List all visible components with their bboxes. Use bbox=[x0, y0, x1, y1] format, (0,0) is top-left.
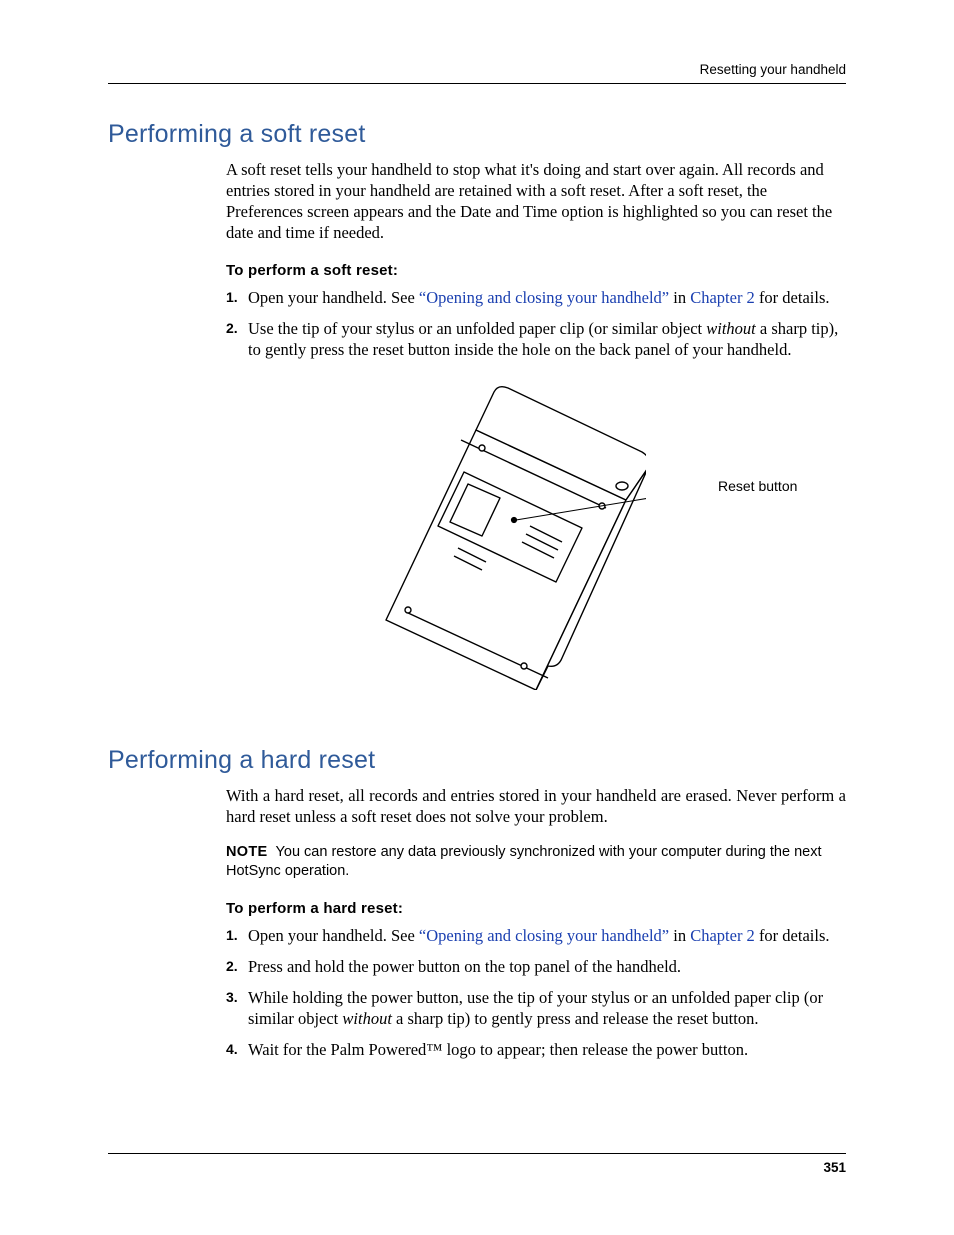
ordered-list: 1. Open your handheld. See “Opening and … bbox=[226, 925, 846, 1061]
cross-ref-link[interactable]: Chapter 2 bbox=[690, 926, 755, 945]
text: a sharp tip) to gently press and release… bbox=[392, 1009, 759, 1028]
cross-ref-link[interactable]: “Opening and closing your handheld” bbox=[419, 926, 669, 945]
list-item: 2. Use the tip of your stylus or an unfo… bbox=[226, 318, 846, 360]
list-item: 4. Wait for the Palm Powered™ logo to ap… bbox=[226, 1039, 846, 1060]
text: Open your handheld. See bbox=[248, 288, 419, 307]
step-text: While holding the power button, use the … bbox=[248, 987, 846, 1029]
ordered-list: 1. Open your handheld. See “Opening and … bbox=[226, 287, 846, 360]
note-text: You can restore any data previously sync… bbox=[226, 844, 822, 879]
list-item: 2. Press and hold the power button on th… bbox=[226, 956, 846, 977]
note-paragraph: NOTE You can restore any data previously… bbox=[226, 843, 846, 881]
text: Open your handheld. See bbox=[248, 926, 419, 945]
step-text: Wait for the Palm Powered™ logo to appea… bbox=[248, 1039, 846, 1060]
step-text: Open your handheld. See “Opening and clo… bbox=[248, 287, 846, 308]
italic-text: without bbox=[706, 319, 756, 338]
text: Use the tip of your stylus or an unfolde… bbox=[248, 319, 706, 338]
cross-ref-link[interactable]: “Opening and closing your handheld” bbox=[419, 288, 669, 307]
section-title-hard-reset: Performing a hard reset bbox=[108, 746, 846, 775]
step-number: 3. bbox=[226, 987, 248, 1029]
page-footer: 351 bbox=[108, 1153, 846, 1175]
step-number: 1. bbox=[226, 925, 248, 946]
step-number: 1. bbox=[226, 287, 248, 308]
procedure-heading: To perform a soft reset: bbox=[226, 261, 846, 280]
list-item: 3. While holding the power button, use t… bbox=[226, 987, 846, 1029]
intro-paragraph: With a hard reset, all records and entri… bbox=[226, 785, 846, 827]
step-text: Open your handheld. See “Opening and clo… bbox=[248, 925, 846, 946]
section-body-soft-reset: A soft reset tells your handheld to stop… bbox=[226, 159, 846, 690]
diagram-container: Reset button bbox=[226, 370, 846, 690]
document-page: Resetting your handheld Performing a sof… bbox=[0, 0, 954, 1235]
page-number: 351 bbox=[823, 1160, 846, 1175]
intro-paragraph: A soft reset tells your handheld to stop… bbox=[226, 159, 846, 243]
running-header: Resetting your handheld bbox=[108, 62, 846, 84]
step-text: Use the tip of your stylus or an unfolde… bbox=[248, 318, 846, 360]
text: in bbox=[669, 926, 690, 945]
step-number: 4. bbox=[226, 1039, 248, 1060]
note-label: NOTE bbox=[226, 844, 267, 860]
section-title-soft-reset: Performing a soft reset bbox=[108, 120, 846, 149]
step-number: 2. bbox=[226, 318, 248, 360]
list-item: 1. Open your handheld. See “Opening and … bbox=[226, 287, 846, 308]
text: in bbox=[669, 288, 690, 307]
cross-ref-link[interactable]: Chapter 2 bbox=[690, 288, 755, 307]
text: for details. bbox=[755, 288, 830, 307]
text: for details. bbox=[755, 926, 830, 945]
italic-text: without bbox=[342, 1009, 392, 1028]
handheld-diagram-icon bbox=[326, 370, 646, 690]
step-text: Press and hold the power button on the t… bbox=[248, 956, 846, 977]
list-item: 1. Open your handheld. See “Opening and … bbox=[226, 925, 846, 946]
section-body-hard-reset: With a hard reset, all records and entri… bbox=[226, 785, 846, 1060]
procedure-heading: To perform a hard reset: bbox=[226, 899, 846, 918]
diagram-callout-label: Reset button bbox=[718, 478, 797, 496]
step-number: 2. bbox=[226, 956, 248, 977]
